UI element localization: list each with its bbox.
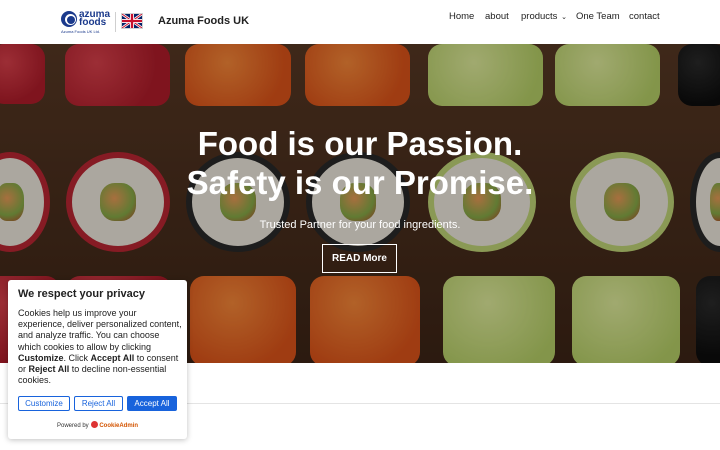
hero-subtitle: Trusted Partner for your food ingredient… bbox=[259, 219, 461, 231]
accept-all-button[interactable]: Accept All bbox=[127, 396, 177, 411]
cookie-description: Cookies help us improve your experience,… bbox=[18, 308, 183, 386]
logo-mark-icon bbox=[61, 11, 77, 27]
cookie-text-part: Cookies help us improve your experience,… bbox=[18, 308, 182, 352]
powered-by-label: Powered by bbox=[56, 423, 89, 429]
logo-subtext: Azuma Foods UK Ltd. bbox=[61, 29, 101, 34]
cookie-text-accept: Accept All bbox=[90, 352, 135, 363]
cookie-title: We respect your privacy bbox=[18, 288, 145, 300]
nav-products-label: products bbox=[521, 11, 558, 22]
nav-one-team[interactable]: One Team bbox=[576, 11, 620, 25]
cookieadmin-icon bbox=[91, 421, 99, 428]
cookieadmin-brand: CookieAdmin bbox=[99, 423, 139, 429]
nav-home[interactable]: Home bbox=[449, 11, 474, 25]
nav-products[interactable]: products ⌄ bbox=[521, 11, 567, 25]
azuma-foods-logo[interactable]: azuma foods Azuma Foods UK Ltd. bbox=[61, 9, 117, 35]
cookie-text-part: . Click bbox=[63, 352, 91, 363]
uk-flag-icon[interactable] bbox=[121, 13, 143, 29]
cookie-consent-banner: We respect your privacy Cookies help us … bbox=[8, 280, 187, 439]
cookie-text-reject: Reject All bbox=[28, 364, 70, 375]
brand-title[interactable]: Azuma Foods UK bbox=[158, 15, 249, 27]
read-more-button[interactable]: READ More bbox=[322, 244, 397, 273]
hero-title-line-2: Safety is our Promise. bbox=[186, 164, 534, 201]
nav-about[interactable]: about bbox=[485, 11, 509, 25]
cookie-text-customize: Customize bbox=[18, 352, 64, 363]
hero-title: Food is our Passion. Safety is our Promi… bbox=[0, 124, 720, 202]
powered-by[interactable]: Powered by CookieAdmin bbox=[8, 421, 187, 429]
hero-title-line-1: Food is our Passion. bbox=[197, 125, 523, 162]
site-header: azuma foods Azuma Foods UK Ltd. Azuma Fo… bbox=[0, 0, 720, 44]
chevron-down-icon: ⌄ bbox=[561, 14, 567, 21]
nav-contact[interactable]: contact bbox=[629, 11, 660, 25]
reject-all-button[interactable]: Reject All bbox=[74, 396, 123, 411]
customize-button[interactable]: Customize bbox=[18, 396, 70, 411]
logo-divider bbox=[115, 12, 116, 32]
logo-word-foods: foods bbox=[79, 17, 107, 28]
